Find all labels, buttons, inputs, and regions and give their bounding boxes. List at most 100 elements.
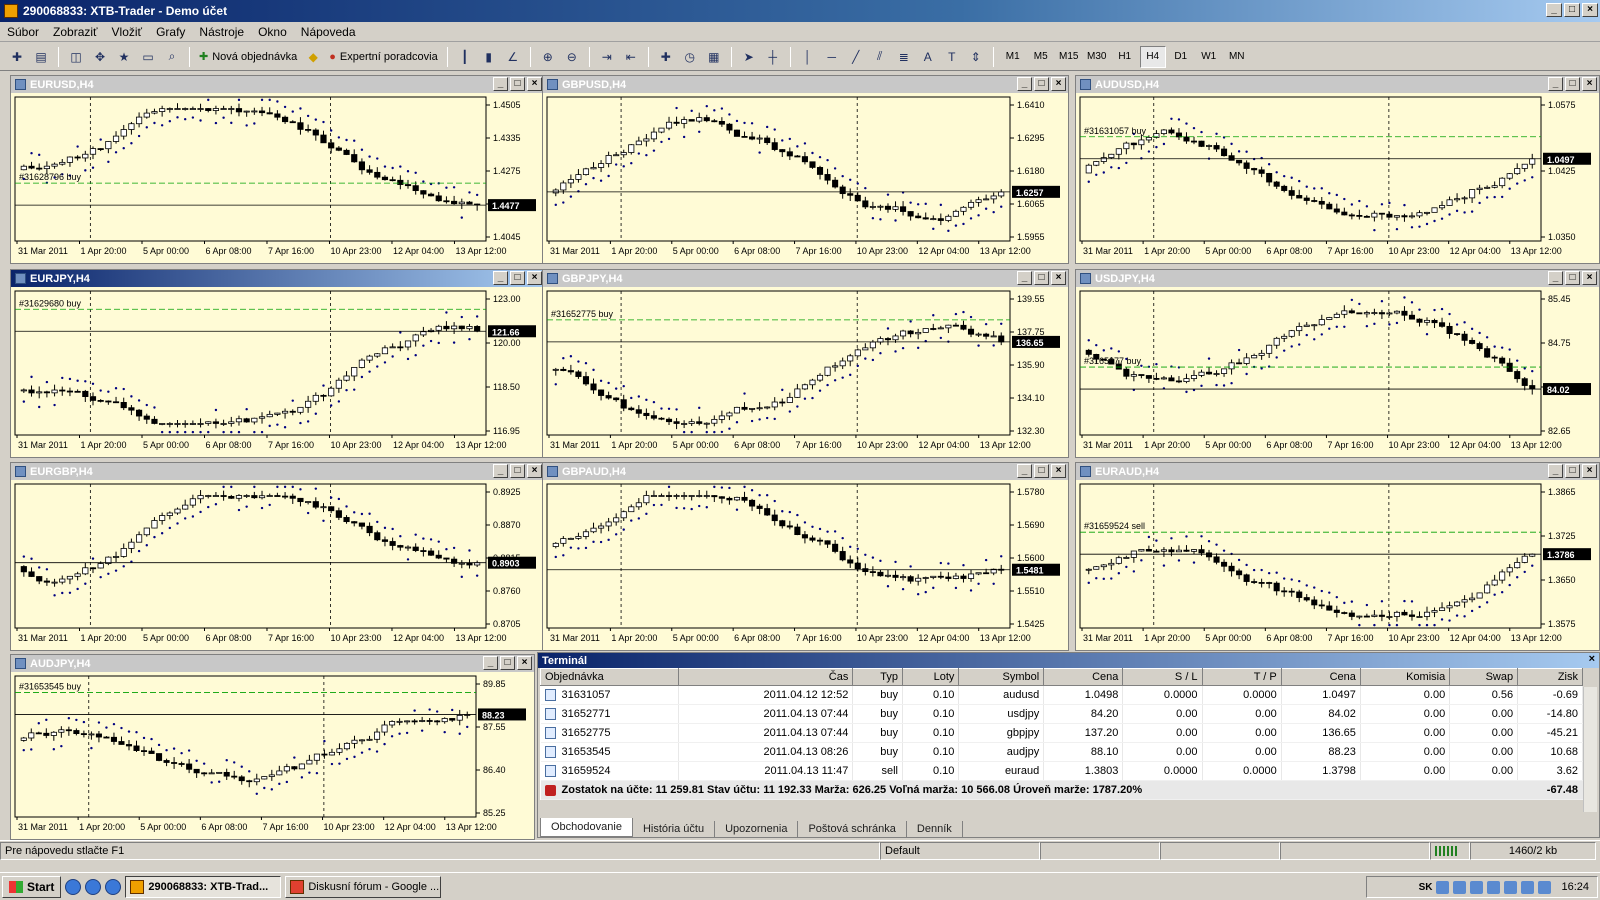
- table-row[interactable]: 31652771 2011.04.13 07:44 buy 0.10 usdjpy 84.…: [540, 704, 1583, 724]
- autoscroll-icon[interactable]: ⇥: [596, 46, 618, 68]
- chart-minimize-button[interactable]: _: [1548, 77, 1563, 91]
- text-icon[interactable]: A: [917, 46, 939, 68]
- market-watch-icon[interactable]: ◫: [65, 46, 87, 68]
- start-button[interactable]: Start: [2, 875, 62, 898]
- table-row[interactable]: 31652775 2011.04.13 07:44 buy 0.10 gbpjpy 137…: [540, 723, 1583, 743]
- maximize-button[interactable]: □: [1564, 3, 1580, 17]
- column-header-0[interactable]: Objednávka: [539, 668, 680, 686]
- column-header-9[interactable]: Komisia: [1359, 668, 1451, 686]
- column-header-1[interactable]: Čas: [678, 668, 854, 686]
- periods-icon[interactable]: ◷: [679, 46, 701, 68]
- chart-close-button[interactable]: ×: [1582, 271, 1597, 285]
- table-row[interactable]: 31659524 2011.04.13 11:47 sell 0.10 euraud 1.…: [540, 761, 1583, 781]
- templates-icon[interactable]: ▦: [703, 46, 725, 68]
- chart-minimize-button[interactable]: _: [1548, 464, 1563, 478]
- chart-window-gbpusd[interactable]: GBPUSD,H4 _ □ × 1.6410 1.6295 1.6180 1.6065 1.59…: [542, 75, 1069, 264]
- navigator-icon[interactable]: ✥: [89, 46, 111, 68]
- bar-chart-icon[interactable]: ┃: [454, 46, 476, 68]
- table-row[interactable]: 31653545 2011.04.13 08:26 buy 0.10 audjpy 88.…: [540, 742, 1583, 762]
- timeframe-m5[interactable]: M5: [1028, 46, 1054, 68]
- chart-window-euraud[interactable]: EURAUD,H4 _ □ × #31659524 sell 1.3865 1.3725 1.…: [1075, 462, 1600, 651]
- chart-minimize-button[interactable]: _: [1548, 271, 1563, 285]
- profiles-icon[interactable]: ▤: [30, 46, 52, 68]
- timeframe-h4[interactable]: H4: [1139, 45, 1166, 68]
- candle-chart-icon[interactable]: ▮: [478, 46, 500, 68]
- chart-minimize-button[interactable]: _: [1017, 464, 1032, 478]
- tray-icon-7[interactable]: [1538, 880, 1552, 894]
- warning-icon[interactable]: ◆: [302, 46, 324, 68]
- chart-maximize-button[interactable]: □: [510, 271, 525, 285]
- equidistant-channel-icon[interactable]: ⫽: [869, 46, 891, 68]
- terminal-icon[interactable]: ▭: [137, 46, 159, 68]
- menu-charts[interactable]: Grafy: [149, 25, 192, 39]
- timeframe-h1[interactable]: H1: [1112, 46, 1138, 68]
- chart-window-eurusd[interactable]: EURUSD,H4 _ □ × #31628796 buy 1.4505 1.4335 1.4…: [10, 75, 545, 264]
- chart-minimize-button[interactable]: _: [483, 656, 498, 670]
- tab-journal[interactable]: Denník: [907, 821, 963, 837]
- zoom-out-icon[interactable]: ⊖: [561, 46, 583, 68]
- taskbar-item-xtb[interactable]: 290068833: XTB-Trad...: [125, 875, 282, 898]
- chart-maximize-button[interactable]: □: [1034, 271, 1049, 285]
- chart-titlebar[interactable]: GBPUSD,H4 _ □ ×: [543, 76, 1068, 93]
- terminal-close-icon[interactable]: ×: [1589, 653, 1595, 665]
- tray-icon-1[interactable]: [1436, 880, 1450, 894]
- tray-icon-6[interactable]: [1521, 880, 1535, 894]
- tray-icon-5[interactable]: [1504, 880, 1518, 894]
- chart-close-button[interactable]: ×: [527, 271, 542, 285]
- close-button[interactable]: ×: [1582, 3, 1598, 17]
- expert-advisors-button[interactable]: ● Expertní poradcovia: [326, 46, 441, 68]
- cursor-icon[interactable]: ➤: [738, 46, 760, 68]
- trendline-icon[interactable]: ╱: [845, 46, 867, 68]
- chart-titlebar[interactable]: EURUSD,H4 _ □ ×: [11, 76, 544, 93]
- chart-close-button[interactable]: ×: [527, 464, 542, 478]
- terminal-scrollbar[interactable]: [1583, 687, 1597, 812]
- chart-titlebar[interactable]: EURAUD,H4 _ □ ×: [1076, 463, 1599, 480]
- chart-window-eurgbp[interactable]: EURGBP,H4_□×0.89250.88700.88150.87600.87…: [10, 462, 545, 651]
- tab-mailbox[interactable]: Poštová schránka: [798, 821, 907, 837]
- chart-titlebar[interactable]: AUDUSD,H4 _ □ ×: [1076, 76, 1599, 93]
- table-row[interactable]: 31631057 2011.04.12 12:52 buy 0.10 audusd 1.0…: [540, 685, 1583, 705]
- chart-maximize-button[interactable]: □: [500, 656, 515, 670]
- column-header-3[interactable]: Loty: [901, 668, 960, 686]
- horizontal-line-icon[interactable]: ─: [821, 46, 843, 68]
- vertical-line-icon[interactable]: │: [797, 46, 819, 68]
- menu-help[interactable]: Nápoveda: [294, 25, 363, 39]
- chart-close-button[interactable]: ×: [1582, 77, 1597, 91]
- chart-maximize-button[interactable]: □: [1034, 77, 1049, 91]
- menu-view[interactable]: Zobraziť: [46, 25, 105, 39]
- chart-close-button[interactable]: ×: [1051, 464, 1066, 478]
- timeframe-d1[interactable]: D1: [1168, 46, 1194, 68]
- chart-minimize-button[interactable]: _: [493, 271, 508, 285]
- column-header-2[interactable]: Typ: [852, 668, 903, 686]
- tab-history[interactable]: História účtu: [633, 821, 716, 837]
- chart-window-gbpaud[interactable]: GBPAUD,H4 _ □ × 1.5780 1.5690 1.5600 1.5510 1.54…: [542, 462, 1069, 651]
- outlook-icon[interactable]: [105, 878, 122, 895]
- column-header-4[interactable]: Symbol: [958, 668, 1045, 686]
- chart-close-button[interactable]: ×: [1051, 271, 1066, 285]
- menu-window[interactable]: Okno: [251, 25, 294, 39]
- chart-minimize-button[interactable]: _: [1017, 271, 1032, 285]
- chart-maximize-button[interactable]: □: [1565, 464, 1580, 478]
- zoom-in-icon[interactable]: ⊕: [537, 46, 559, 68]
- column-header-8[interactable]: Cena: [1280, 668, 1361, 686]
- chart-window-usdjpy[interactable]: USDJPY,H4_□×#3165277 buy85.4584.7583.358…: [1075, 269, 1600, 458]
- chart-close-button[interactable]: ×: [1051, 77, 1066, 91]
- line-chart-icon[interactable]: ∠: [502, 46, 524, 68]
- minimize-button[interactable]: _: [1546, 3, 1562, 17]
- chart-titlebar[interactable]: USDJPY,H4 _ □ ×: [1076, 270, 1599, 287]
- new-order-button[interactable]: ✚ Nová objednávka: [196, 46, 300, 68]
- tab-trade[interactable]: Obchodovanie: [540, 818, 633, 837]
- timeframe-m1[interactable]: M1: [1000, 46, 1026, 68]
- text-label-icon[interactable]: T: [941, 46, 963, 68]
- menu-insert[interactable]: Vložiť: [105, 25, 150, 39]
- chart-minimize-button[interactable]: _: [1017, 77, 1032, 91]
- menu-tools[interactable]: Nástroje: [192, 25, 251, 39]
- chart-close-button[interactable]: ×: [517, 656, 532, 670]
- arrows-icon[interactable]: ⇕: [965, 46, 987, 68]
- chart-maximize-button[interactable]: □: [1034, 464, 1049, 478]
- tray-icon-4[interactable]: [1487, 880, 1501, 894]
- chart-minimize-button[interactable]: _: [493, 464, 508, 478]
- favorites-icon[interactable]: ★: [113, 46, 135, 68]
- tray-icon-3[interactable]: [1470, 880, 1484, 894]
- new-chart-icon[interactable]: ✚: [6, 46, 28, 68]
